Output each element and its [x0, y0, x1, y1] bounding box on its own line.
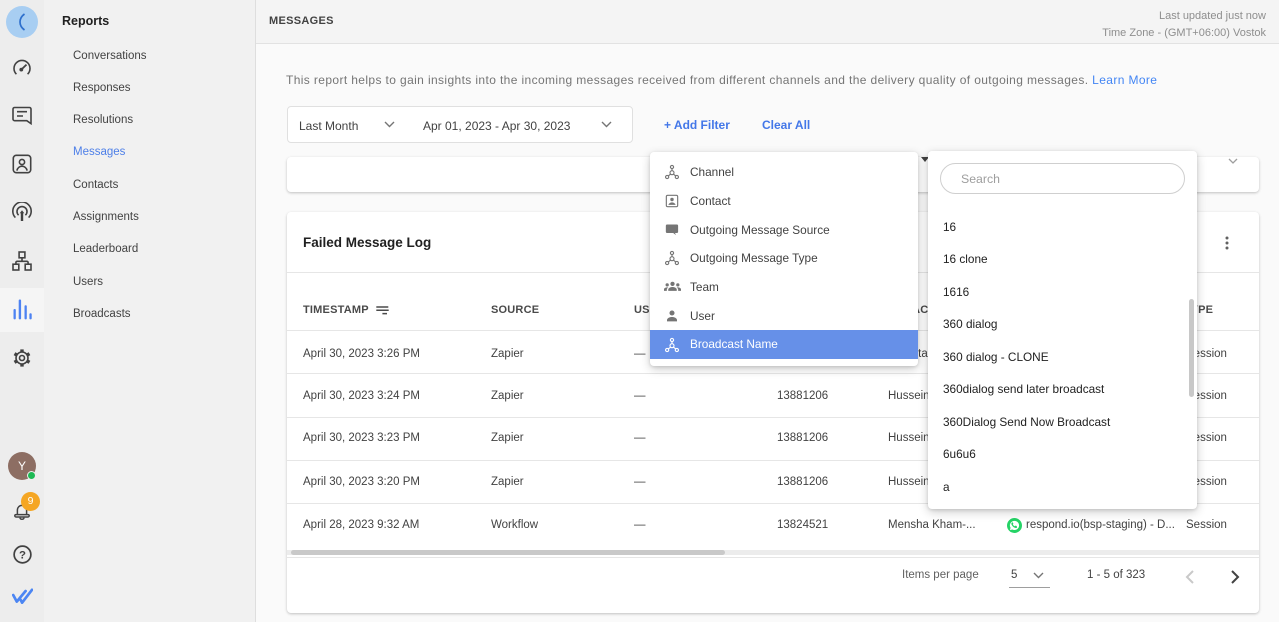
svg-text:?: ? [19, 549, 26, 561]
